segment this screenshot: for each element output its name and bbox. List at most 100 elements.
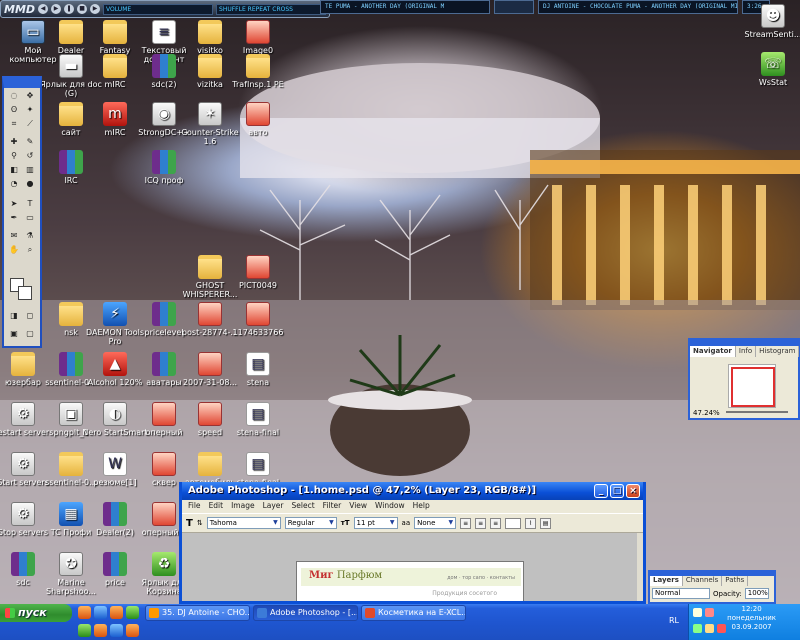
explorer-icon[interactable] [110, 624, 123, 637]
slice-tool-icon[interactable]: ⟋ [24, 118, 36, 130]
photoshop-window[interactable]: Adobe Photoshop - [1.home.psd @ 47,2% (L… [179, 482, 646, 604]
minimize-button[interactable]: _ [594, 484, 608, 498]
background-color-swatch[interactable] [18, 286, 32, 300]
network-icon[interactable] [693, 608, 702, 617]
shape-tool-icon[interactable]: ▭ [24, 212, 36, 224]
menu-image[interactable]: Image [231, 501, 255, 512]
zoom-tool-icon[interactable]: ⌕ [24, 244, 36, 256]
play-button[interactable]: ▶ [51, 4, 62, 14]
tab-channels[interactable]: Channels [683, 576, 723, 586]
view-box[interactable] [731, 367, 775, 407]
opacity-input[interactable]: 100% [744, 588, 769, 599]
text-orientation-icon[interactable]: ⇅ [197, 519, 203, 527]
standard-mode-icon[interactable]: ◻ [24, 310, 36, 322]
clock[interactable]: 12:20 понедельник 03.09.2007 [727, 605, 776, 632]
healing-brush-icon[interactable]: ✚ [8, 136, 20, 148]
layers-panel[interactable]: Layers Channels Paths Normal Opacity: 10… [648, 570, 776, 604]
font-style-select[interactable]: Regular ▼ [284, 517, 337, 529]
magic-wand-icon[interactable]: ✦ [24, 104, 36, 116]
player-volume-display[interactable]: VOLUME [103, 3, 214, 15]
task-photoshop[interactable]: Adobe Photoshop - [... [253, 605, 358, 621]
type-tool-icon[interactable]: T [24, 198, 36, 210]
eraser-tool-icon[interactable]: ◧ [8, 164, 20, 176]
blur-tool-icon[interactable]: ◔ [8, 178, 20, 190]
tab-info[interactable]: Info [736, 346, 757, 357]
language-indicator[interactable]: RL [669, 616, 679, 625]
tab-histogram[interactable]: Histogram [756, 346, 800, 357]
tab-navigator[interactable]: Navigator [690, 346, 736, 357]
navigator-zoom-value[interactable]: 47.24% [693, 409, 720, 417]
desktop-icon-streamsentinel[interactable]: ☻ StreamSenti... [740, 4, 800, 39]
icq-icon[interactable] [126, 606, 139, 619]
show-desktop-icon[interactable] [78, 624, 91, 637]
fullscreen-mode-icon[interactable]: ▢ [24, 328, 36, 340]
volume-icon[interactable] [705, 624, 714, 633]
menu-window[interactable]: Window [375, 501, 405, 512]
history-brush-icon[interactable]: ↺ [24, 150, 36, 162]
notes-tool-icon[interactable]: ✉ [8, 230, 20, 242]
tab-layers[interactable]: Layers [650, 576, 683, 586]
move-tool-icon[interactable]: ✥ [24, 90, 36, 102]
antivirus-icon[interactable] [705, 608, 714, 617]
firefox-icon[interactable] [78, 606, 91, 619]
desktop-icon-trafinsp[interactable]: TrafInsp.1 PE [225, 54, 291, 89]
navigator-panel[interactable]: Navigator Info Histogram 47.24% [688, 338, 800, 420]
desktop-icon-irc[interactable]: IRC [38, 150, 104, 185]
align-right-icon[interactable]: ≡ [490, 517, 502, 529]
dodge-tool-icon[interactable]: ● [24, 178, 36, 190]
desktop-icon-image0[interactable]: Image0 [225, 20, 291, 55]
stop-button[interactable]: ■ [77, 4, 88, 14]
antialias-select[interactable]: None ▼ [414, 517, 457, 529]
text-color-swatch[interactable] [505, 517, 522, 529]
icq-tray-icon[interactable] [693, 624, 702, 633]
blend-mode-select[interactable]: Normal [652, 588, 710, 599]
task-music-player[interactable]: 35. DJ Antoine - CHO... [145, 605, 250, 621]
photoshop-titlebar[interactable]: Adobe Photoshop - [1.home.psd @ 47,2% (L… [182, 482, 643, 500]
desktop-icon-1174633766[interactable]: 1174633766 [225, 302, 291, 337]
screen-mode-icon[interactable]: ▣ [8, 328, 20, 340]
player-mode-display[interactable]: SHUFFLE REPEAT CROSS [216, 3, 326, 15]
pen-tool-icon[interactable]: ✒ [8, 212, 20, 224]
canvas-area[interactable]: Миг Парфюм дом · тор сапо · контакты Про… [182, 533, 643, 601]
desktop-icon-avto[interactable]: авто [225, 102, 291, 137]
path-selection-icon[interactable]: ➤ [8, 198, 20, 210]
menu-view[interactable]: View [349, 501, 367, 512]
next-button[interactable]: ▶ [90, 4, 101, 14]
warp-text-icon[interactable]: ⌇ [525, 517, 537, 529]
start-button[interactable]: пуск [0, 604, 72, 622]
menu-select[interactable]: Select [292, 501, 315, 512]
menu-layer[interactable]: Layer [263, 501, 284, 512]
quick-mask-icon[interactable]: ◨ [8, 310, 20, 322]
font-family-select[interactable]: Tahoma ▼ [206, 517, 281, 529]
brush-tool-icon[interactable]: ✎ [24, 136, 36, 148]
task-browser[interactable]: Косметика на E-XCL... [361, 605, 466, 621]
clone-stamp-icon[interactable]: ⚲ [8, 150, 20, 162]
vertical-scrollbar[interactable] [637, 533, 643, 601]
align-left-icon[interactable]: ≡ [460, 517, 472, 529]
navigator-zoom-slider[interactable] [726, 411, 788, 413]
prev-button[interactable]: ◀ [38, 4, 49, 14]
media-player-bar[interactable]: MMD ◀ ▶ ❚ ■ ▶ VOLUME SHUFFLE REPEAT CROS… [0, 0, 330, 18]
tab-paths[interactable]: Paths [722, 576, 749, 586]
photoshop-toolbox[interactable]: ◌ ✥ ʘ ✦ ⌗ ⟋ ✚ ✎ ⚲ ↺ ◧ ▥ ◔ ● ➤ T ✒ ▭ ✉ ⚗ … [2, 76, 42, 348]
lasso-tool-icon[interactable]: ʘ [8, 104, 20, 116]
document-canvas[interactable]: Миг Парфюм дом · тор сапо · контакты Про… [296, 561, 524, 601]
menu-edit[interactable]: Edit [209, 501, 224, 512]
crop-tool-icon[interactable]: ⌗ [8, 118, 20, 130]
desktop-icon-stena[interactable]: ▤ stena [225, 352, 291, 387]
menu-help[interactable]: Help [413, 501, 430, 512]
desktop-icon-stena-final[interactable]: ▤ stena-final [225, 402, 291, 437]
tray-app-icon[interactable] [717, 624, 726, 633]
opera-icon[interactable] [110, 606, 123, 619]
desktop-icon-icq[interactable]: ICQ проф [131, 150, 197, 185]
desktop-icon-pict0049[interactable]: PICT0049 [225, 255, 291, 290]
palettes-icon[interactable]: ▤ [540, 517, 552, 529]
align-center-icon[interactable]: ≡ [475, 517, 487, 529]
hand-tool-icon[interactable]: ✋ [8, 244, 20, 256]
close-button[interactable]: × [626, 484, 640, 498]
launch-app-icon[interactable] [126, 624, 139, 637]
marquee-tool-icon[interactable]: ◌ [8, 90, 20, 102]
menu-file[interactable]: File [188, 501, 201, 512]
navigator-thumbnail[interactable] [728, 364, 776, 408]
font-size-select[interactable]: 11 pt ▼ [353, 517, 398, 529]
